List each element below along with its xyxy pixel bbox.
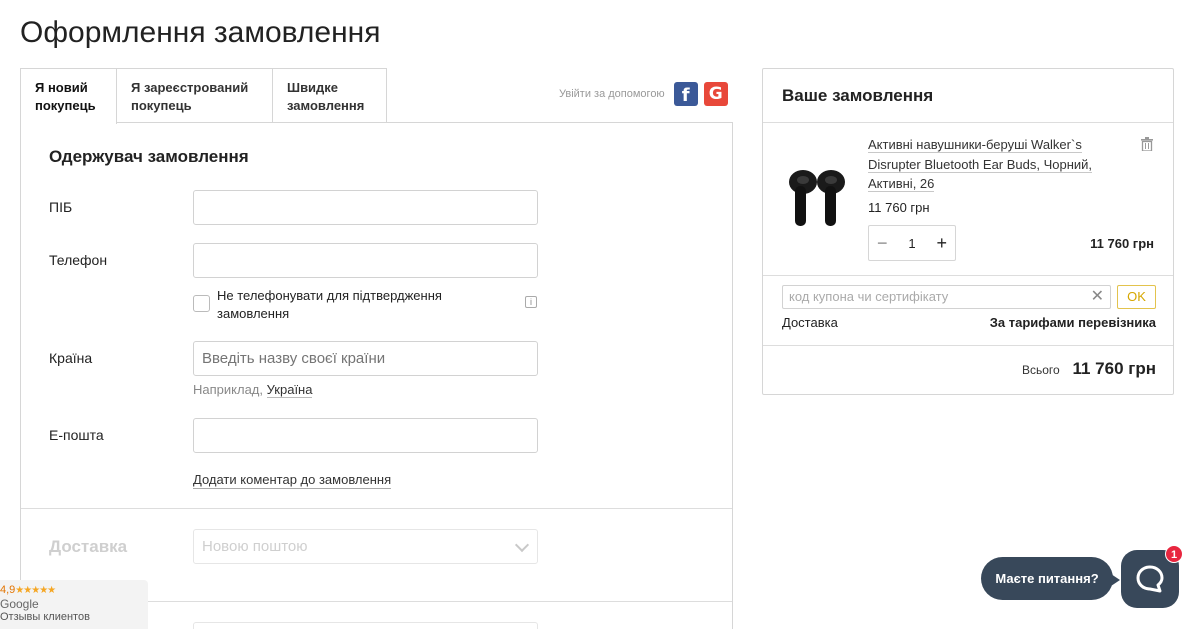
product-name-link[interactable]: Активні навушники-беруші Walker`s Disrup… [868,135,1118,194]
order-summary: Ваше замовлення Активні навушники-беруші… [762,68,1174,395]
phone-input[interactable] [193,243,538,278]
google-rating-value: 4,9 [0,584,16,596]
order-divider [763,345,1173,346]
increase-quantity-button[interactable]: + [936,234,947,252]
page-title: Оформлення замовлення [20,16,381,49]
section-divider [21,508,732,509]
tab-registered-customer[interactable]: Я зареєстрований покупець [117,68,273,123]
star-rating-icon: ★★★★★ [15,585,56,596]
coupon-input[interactable]: код купона чи сертифікату ✕ [782,285,1111,309]
google-rating: 4,9★★★★★ [0,584,148,597]
order-divider [763,122,1173,123]
next-section-field[interactable] [193,622,538,629]
no-call-checkbox[interactable] [193,295,210,312]
total-value: 11 760 грн [1072,359,1156,378]
shipping-value: За тарифами перевізника [989,315,1156,330]
total-label: Всього [1022,363,1060,377]
info-icon[interactable]: i [525,296,537,308]
google-reviews-caption: Отзывы клиентов [0,611,90,623]
country-hint: Наприклад, Україна [193,382,313,398]
product-name: Активні навушники-беруші Walker`s Disrup… [868,137,1093,192]
coupon-placeholder: код купона чи сертифікату [789,289,949,304]
chat-notification-badge: 1 [1165,545,1183,563]
social-login-label: Увійти за допомогою [559,88,665,100]
order-summary-title: Ваше замовлення [782,86,934,105]
country-hint-prefix: Наприклад, [193,382,263,397]
email-input[interactable] [193,418,538,453]
quantity-stepper: − 1 + [868,225,956,261]
tab-new-customer[interactable]: Я новий покупець [20,68,117,124]
unit-price: 11 760 грн [868,200,930,215]
delivery-section-title: Доставка [49,537,128,556]
chevron-down-icon [514,537,530,553]
name-input[interactable] [193,190,538,225]
country-hint-example-link[interactable]: Україна [266,382,313,398]
checkout-form: Одержувач замовлення ПІБ Телефон Не теле… [20,122,733,629]
trash-icon[interactable] [1141,137,1153,151]
delivery-method-value: Новою поштою [202,538,308,555]
clear-icon[interactable]: ✕ [1091,286,1104,308]
facebook-icon[interactable]: f [673,82,698,106]
product-image[interactable] [783,164,853,234]
chat-prompt[interactable]: Маєте питання? [981,557,1120,600]
country-label: Країна [49,350,93,366]
shipping-label: Доставка [782,315,838,330]
country-input[interactable] [193,341,538,376]
customer-tabs: Я новий покупець Я зареєстрований покупе… [20,68,387,124]
phone-label: Телефон [49,252,108,268]
google-reviews-badge[interactable]: 4,9★★★★★ Google Отзывы клиентов [0,580,148,629]
chat-icon [1136,565,1164,593]
line-total: 11 760 грн [1090,236,1154,251]
tab-quick-order[interactable]: Швидке замовлення [273,68,387,123]
decrease-quantity-button[interactable]: − [877,234,888,252]
apply-coupon-button[interactable]: OK [1117,285,1156,309]
social-login: Увійти за допомогою f G [559,82,728,106]
add-comment-link[interactable]: Додати коментар до замовлення [193,472,392,489]
recipient-section-title: Одержувач замовлення [49,147,249,166]
quantity-value[interactable]: 1 [908,236,915,251]
google-brand: Google [0,597,39,611]
delivery-method-select[interactable]: Новою поштою [193,529,538,564]
no-call-label: Не телефонувати для підтвердження замовл… [217,288,442,321]
order-divider [763,275,1173,276]
email-label: E-пошта [49,427,104,443]
name-label: ПІБ [49,199,73,215]
google-icon[interactable]: G [703,82,728,106]
